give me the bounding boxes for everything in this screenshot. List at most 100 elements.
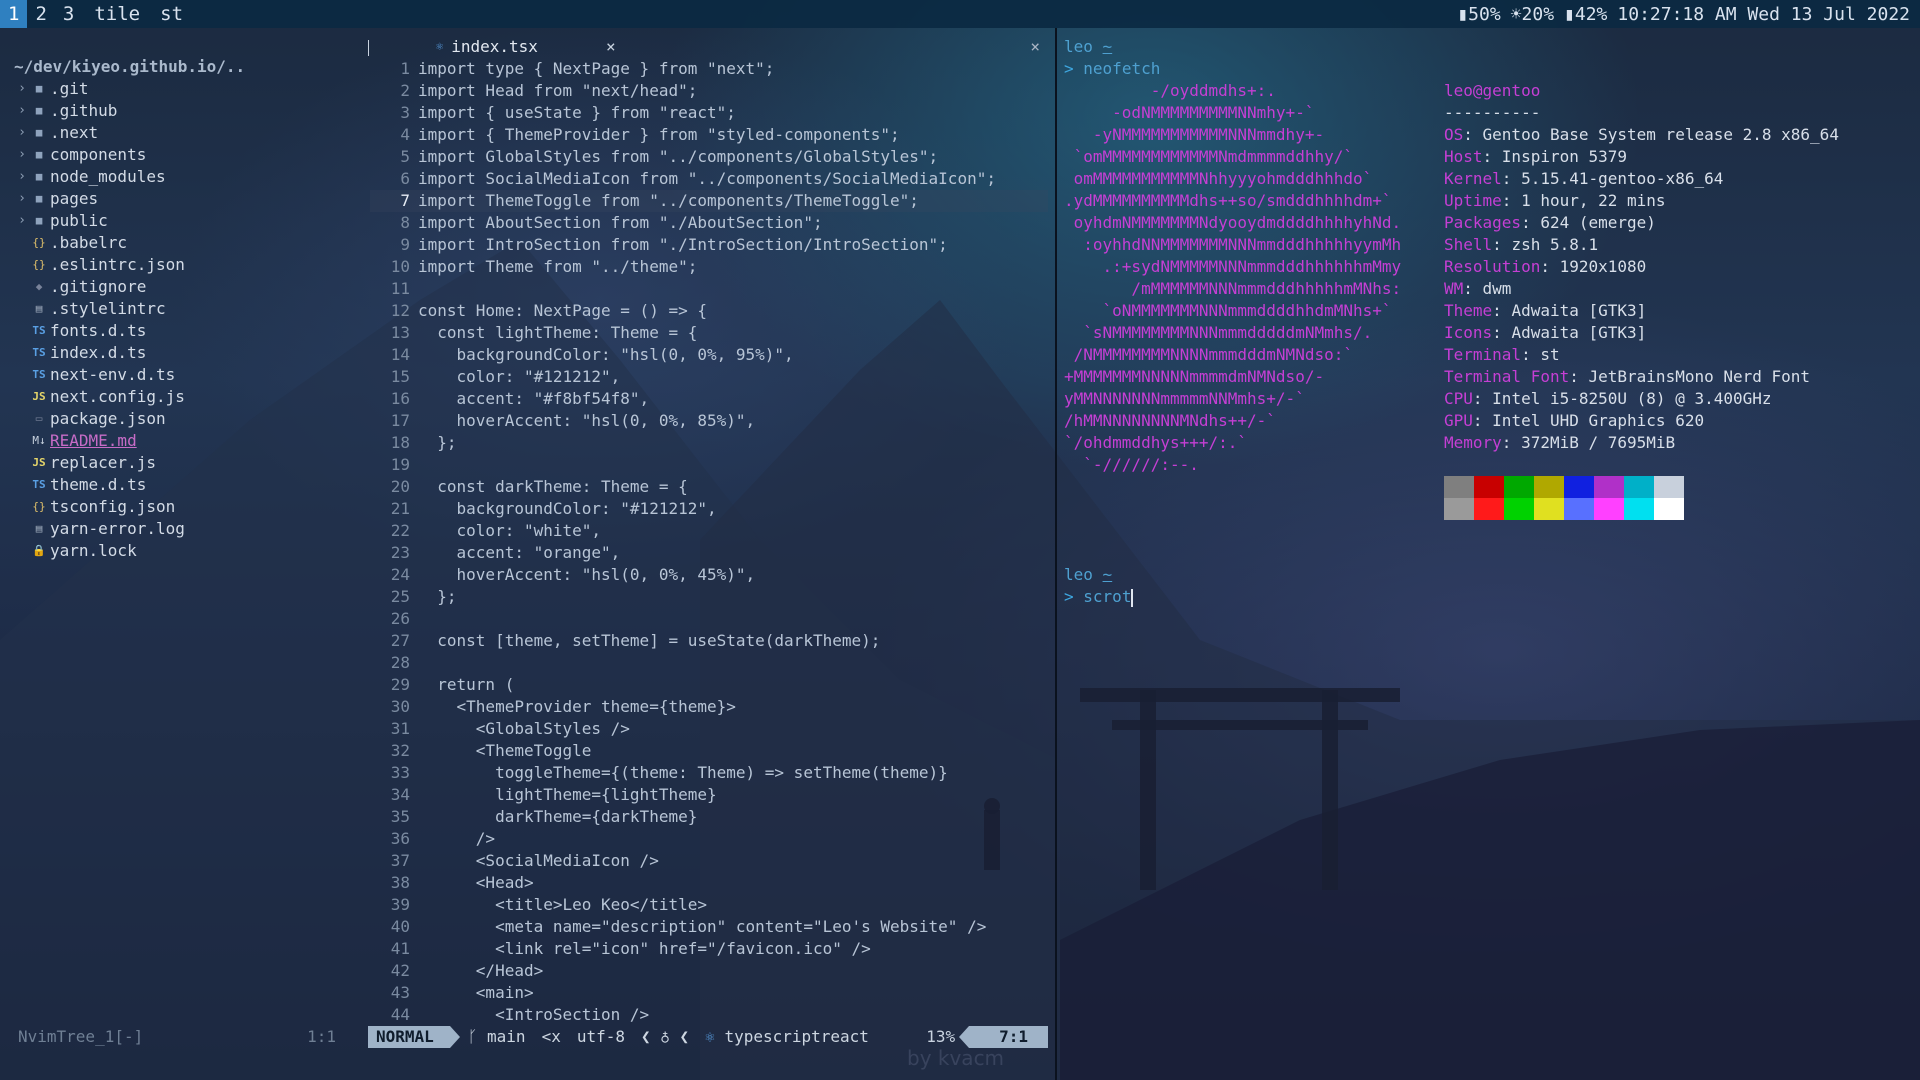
tree-file[interactable]: TS next-env.d.ts <box>14 364 364 386</box>
code-line[interactable]: 11 <box>370 278 1048 300</box>
code-line[interactable]: 2 import Head from "next/head"; <box>370 80 1048 102</box>
code-line[interactable]: 30 <ThemeProvider theme={theme}> <box>370 696 1048 718</box>
vim-mode: NORMAL <box>368 1026 460 1048</box>
tree-file[interactable]: ▭ package.json <box>14 408 364 430</box>
tree-folder[interactable]: › ■ .next <box>14 122 364 144</box>
line-number: 5 <box>400 147 410 166</box>
code-text: <IntroSection /> <box>418 1005 650 1024</box>
tree-file[interactable]: TS theme.d.ts <box>14 474 364 496</box>
palette-swatch <box>1594 498 1624 520</box>
code-text: import Theme from "../theme"; <box>418 257 698 276</box>
code-line[interactable]: 32 <ThemeToggle <box>370 740 1048 762</box>
pane-divider[interactable] <box>1055 28 1057 1080</box>
tree-root-path[interactable]: ~/dev/kiyeo.github.io/.. <box>14 56 364 78</box>
line-number: 23 <box>390 543 410 562</box>
battery-icon: ▮ <box>1457 3 1469 25</box>
layout-indicator[interactable]: tile <box>82 3 152 25</box>
code-line[interactable]: 14 backgroundColor: "hsl(0, 0%, 95%)", <box>370 344 1048 366</box>
close-all-icon[interactable]: × <box>1030 37 1048 56</box>
tree-file[interactable]: ▤ .stylelintrc <box>14 298 364 320</box>
code-line[interactable]: 18 }; <box>370 432 1048 454</box>
code-line[interactable]: 35 darkTheme={darkTheme} <box>370 806 1048 828</box>
code-line[interactable]: 31 <GlobalStyles /> <box>370 718 1048 740</box>
code-line[interactable]: 15 color: "#121212", <box>370 366 1048 388</box>
tab-close-icon[interactable]: × <box>606 37 616 56</box>
tree-folder[interactable]: › ■ public <box>14 210 364 232</box>
code-line[interactable]: 37 <SocialMediaIcon /> <box>370 850 1048 872</box>
tree-folder[interactable]: › ■ pages <box>14 188 364 210</box>
tree-folder[interactable]: › ■ .git <box>14 78 364 100</box>
tree-file[interactable]: JS next.config.js <box>14 386 364 408</box>
code-line[interactable]: 41 <link rel="icon" href="/favicon.ico" … <box>370 938 1048 960</box>
code-text: const darkTheme: Theme = { <box>418 477 688 496</box>
code-line[interactable]: 26 <box>370 608 1048 630</box>
code-line[interactable]: 8 import AboutSection from "./AboutSectio… <box>370 212 1048 234</box>
code-line[interactable]: 36 /> <box>370 828 1048 850</box>
code-line[interactable]: 3 import { useState } from "react"; <box>370 102 1048 124</box>
ascii-line: /mMMMMMMNNNmmmdddhhhhhmMNhs: <box>1064 279 1402 298</box>
code-line[interactable]: 9 import IntroSection from "./IntroSectio… <box>370 234 1048 256</box>
workspace-2[interactable]: 2 <box>27 0 54 28</box>
terminal[interactable]: leo ~ > neofetch <box>1064 36 1914 80</box>
code-line[interactable]: 1 import type { NextPage } from "next"; <box>370 58 1048 80</box>
line-number: 17 <box>390 411 410 430</box>
code-line[interactable]: 4 import { ThemeProvider } from "styled-c… <box>370 124 1048 146</box>
code-line[interactable]: 22 color: "white", <box>370 520 1048 542</box>
tree-folder[interactable]: › ■ components <box>14 144 364 166</box>
code-line[interactable]: 39 <title>Leo Keo</title> <box>370 894 1048 916</box>
code-line[interactable]: 29 return ( <box>370 674 1048 696</box>
tree-file[interactable]: M↓ README.md <box>14 430 364 452</box>
branch-icon: ᚴ <box>467 1027 488 1046</box>
code-line[interactable]: 6 import SocialMediaIcon from "../compone… <box>370 168 1048 190</box>
tree-file[interactable]: {} .eslintrc.json <box>14 254 364 276</box>
tree-file[interactable]: 🔒 yarn.lock <box>14 540 364 562</box>
tab-label: index.tsx <box>451 36 538 56</box>
tree-folder[interactable]: › ■ node_modules <box>14 166 364 188</box>
code-line[interactable]: 7 import ThemeToggle from "../components/… <box>370 190 1048 212</box>
line-number: 37 <box>390 851 410 870</box>
palette-swatch <box>1654 476 1684 498</box>
code-line[interactable]: 13 const lightTheme: Theme = { <box>370 322 1048 344</box>
code-editor[interactable]: 1 import type { NextPage } from "next"; 2 i… <box>370 58 1048 1026</box>
code-line[interactable]: 25 }; <box>370 586 1048 608</box>
neofetch-info-line: WM: dwm <box>1444 279 1512 298</box>
code-line[interactable]: 43 <main> <box>370 982 1048 1004</box>
workspace-1[interactable]: 1 <box>0 0 28 28</box>
code-line[interactable]: 44 <IntroSection /> <box>370 1004 1048 1026</box>
code-line[interactable]: 28 <box>370 652 1048 674</box>
code-line[interactable]: 23 accent: "orange", <box>370 542 1048 564</box>
tree-file[interactable]: ▤ yarn-error.log <box>14 518 364 540</box>
neofetch-title: leo@gentoo <box>1444 81 1541 100</box>
code-line[interactable]: 27 const [theme, setTheme] = useState(da… <box>370 630 1048 652</box>
cursor-position: 7:1 <box>959 1026 1048 1048</box>
code-line[interactable]: 24 hoverAccent: "hsl(0, 0%, 45%)", <box>370 564 1048 586</box>
code-line[interactable]: 5 import GlobalStyles from "../components… <box>370 146 1048 168</box>
line-number: 15 <box>390 367 410 386</box>
code-line[interactable]: 10 import Theme from "../theme"; <box>370 256 1048 278</box>
code-line[interactable]: 20 const darkTheme: Theme = { <box>370 476 1048 498</box>
tree-file[interactable]: ◆ .gitignore <box>14 276 364 298</box>
tree-folder[interactable]: › ■ .github <box>14 100 364 122</box>
terminal-prompt-2[interactable]: leo ~ > scrot <box>1064 564 1134 608</box>
code-line[interactable]: 12 const Home: NextPage = () => { <box>370 300 1048 322</box>
tree-file[interactable]: JS replacer.js <box>14 452 364 474</box>
workspace-3[interactable]: 3 <box>55 0 82 28</box>
code-text: <main> <box>418 983 534 1002</box>
code-line[interactable]: 34 lightTheme={lightTheme} <box>370 784 1048 806</box>
code-text: <GlobalStyles /> <box>418 719 630 738</box>
code-line[interactable]: 33 toggleTheme={(theme: Theme) => setThe… <box>370 762 1048 784</box>
code-line[interactable]: 17 hoverAccent: "hsl(0, 0%, 85%)", <box>370 410 1048 432</box>
code-line[interactable]: 21 backgroundColor: "#121212", <box>370 498 1048 520</box>
tree-file[interactable]: TS index.d.ts <box>14 342 364 364</box>
code-line[interactable]: 16 accent: "#f8bf54f8", <box>370 388 1048 410</box>
code-line[interactable]: 19 <box>370 454 1048 476</box>
code-line[interactable]: 38 <Head> <box>370 872 1048 894</box>
tab-index-tsx[interactable]: ⚛ index.tsx × <box>370 35 626 57</box>
tree-file[interactable]: {} tsconfig.json <box>14 496 364 518</box>
line-number: 8 <box>400 213 410 232</box>
code-line[interactable]: 42 </Head> <box>370 960 1048 982</box>
code-line[interactable]: 40 <meta name="description" content="Leo… <box>370 916 1048 938</box>
code-text: <meta name="description" content="Leo's … <box>418 917 987 936</box>
tree-file[interactable]: TS fonts.d.ts <box>14 320 364 342</box>
tree-file[interactable]: {} .babelrc <box>14 232 364 254</box>
